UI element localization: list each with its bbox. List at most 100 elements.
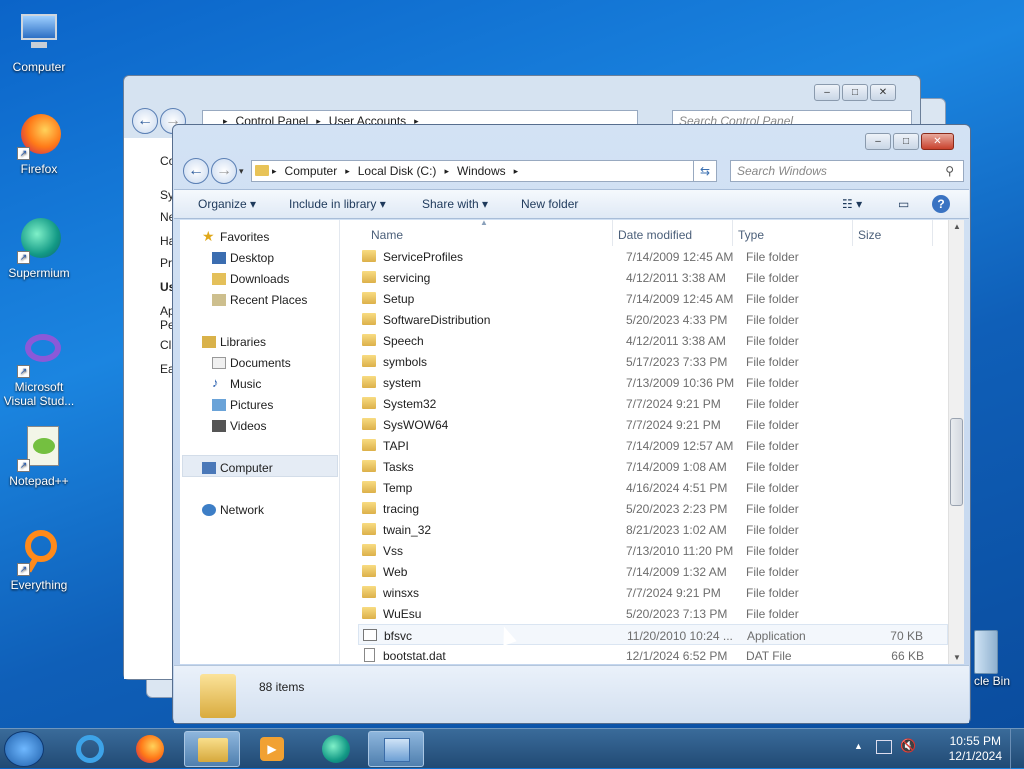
new-folder-button[interactable]: New folder [521,197,578,211]
scroll-down-icon[interactable]: ▼ [953,653,961,662]
table-row[interactable]: bfsvc 11/20/2010 10:24 ... Application 70 K… [358,624,948,645]
table-row[interactable]: TAPI 7/14/2009 12:57 AM File folder [358,435,948,456]
show-desktop-button[interactable] [1010,729,1024,769]
clock[interactable]: 10:55 PM 12/1/2024 [949,734,1002,764]
table-row[interactable]: WuEsu 5/20/2023 7:13 PM File folder [358,603,948,624]
table-row[interactable]: Vss 7/13/2010 11:20 PM File folder [358,540,948,561]
folder-icon [362,250,376,262]
desktop-icon-everything[interactable]: ↗ Everything [2,528,76,592]
address-bar[interactable]: ▸ Computer ▸ Local Disk (C:) ▸ Windows ▸… [251,160,717,182]
view-options-icon[interactable]: ☷ ▾ [842,197,862,211]
taskbar-control-panel-button[interactable] [368,731,424,767]
desktop-icon-supermium[interactable]: ↗ Supermium [2,216,76,280]
desktop-icon-firefox[interactable]: ↗ Firefox [2,112,76,176]
include-in-library-button[interactable]: Include in library ▾ [289,197,386,211]
column-header-name[interactable]: Name [371,228,403,242]
search-input[interactable]: Search Windows [730,160,964,182]
desktop-icon-label: Firefox [20,162,58,176]
recent-pages-dropdown-icon[interactable]: ▾ [239,166,244,177]
window-controls: – □ ✕ [865,133,954,150]
nav-computer[interactable]: Computer [202,461,273,475]
table-row[interactable]: Temp 4/16/2024 4:51 PM File folder [358,477,948,498]
table-row[interactable]: servicing 4/12/2011 3:38 AM File folder [358,267,948,288]
share-with-button[interactable]: Share with ▾ [422,197,488,211]
preview-pane-icon[interactable]: ▭ [898,197,909,211]
nav-pictures[interactable]: Pictures [212,398,273,412]
file-name: bfsvc [384,629,413,643]
taskbar-media-player-button[interactable]: ▶ [244,731,300,767]
scroll-up-icon[interactable]: ▲ [953,222,961,231]
show-hidden-icons-icon[interactable]: ▲ [854,741,863,751]
table-row[interactable]: ServiceProfiles 7/14/2009 12:45 AM File fo… [358,246,948,267]
table-row[interactable]: System32 7/7/2024 9:21 PM File folder [358,393,948,414]
nav-documents[interactable]: Documents [212,356,291,370]
table-row[interactable]: SysWOW64 7/7/2024 9:21 PM File folder [358,414,948,435]
nav-label: Videos [230,419,267,433]
vertical-scrollbar[interactable]: ▲ ▼ [948,220,964,664]
nav-label: Desktop [230,251,275,265]
breadcrumb-item[interactable]: Computer [285,164,338,178]
breadcrumb-item[interactable]: Windows [457,164,506,178]
forward-button[interactable]: → [211,158,237,184]
table-row[interactable]: symbols 5/17/2023 7:33 PM File folder [358,351,948,372]
table-row[interactable]: Tasks 7/14/2009 1:08 AM File folder [358,456,948,477]
file-date: 7/14/2009 1:08 AM [626,460,727,474]
sidebar-item[interactable]: Cl [160,338,171,352]
desktop-icon-label: Everything [10,578,68,592]
nav-downloads[interactable]: Downloads [212,272,289,286]
taskbar-ie-button[interactable] [62,731,118,767]
table-row[interactable]: Web 7/14/2009 1:32 AM File folder [358,561,948,582]
taskbar-explorer-button[interactable] [184,731,240,767]
taskbar-supermium-button[interactable] [308,731,364,767]
sidebar-item[interactable]: Pr [160,256,172,270]
organize-label: Organize [198,197,247,211]
nav-label: Favorites [220,230,270,244]
table-row[interactable]: bootstat.dat 12/1/2024 6:52 PM DAT File 66 … [358,645,948,664]
minimize-button[interactable]: – [814,84,840,101]
network-status-icon[interactable] [876,740,892,754]
table-row[interactable]: Speech 4/12/2011 3:38 AM File folder [358,330,948,351]
desktop-icon-recycle-bin[interactable]: cle Bin [962,630,1022,688]
folder-icon [362,502,376,514]
table-row[interactable]: SoftwareDistribution 5/20/2023 4:33 PM Fil… [358,309,948,330]
back-button[interactable]: ← [132,108,158,134]
explorer-content: ★ Favorites Desktop Downloads Recent Pla… [180,220,964,664]
column-header-size[interactable]: Size [858,228,881,242]
table-row[interactable]: twain_32 8/21/2023 1:02 AM File folder [358,519,948,540]
refresh-icon[interactable]: ⇆ [693,160,717,182]
desktop-icon-notepadpp[interactable]: ↗ Notepad++ [2,424,76,488]
scroll-thumb[interactable] [950,418,963,506]
desktop-icon-computer[interactable]: Computer [2,10,76,74]
table-row[interactable]: Setup 7/14/2009 12:45 AM File folder [358,288,948,309]
organize-button[interactable]: Organize ▾ [198,197,256,211]
table-row[interactable]: system 7/13/2009 10:36 PM File folder [358,372,948,393]
nav-network[interactable]: Network [202,503,264,517]
search-icon[interactable]: ⚲ [945,164,954,178]
nav-recent-places[interactable]: Recent Places [212,293,307,307]
table-row[interactable]: tracing 5/20/2023 2:23 PM File folder [358,498,948,519]
volume-muted-icon[interactable]: 🔇 [900,738,916,754]
desktop-icon-visual-studio[interactable]: ↗ Microsoft Visual Stud... [2,330,76,408]
explorer-window[interactable]: – □ ✕ ← → ▾ ▸ Computer ▸ Local Disk (C:)… [172,124,971,724]
column-header-type[interactable]: Type [738,228,764,242]
nav-desktop[interactable]: Desktop [212,251,275,265]
maximize-button[interactable]: □ [893,133,919,150]
nav-videos[interactable]: Videos [212,419,267,433]
close-button[interactable]: ✕ [870,84,896,101]
nav-libraries[interactable]: Libraries [202,335,266,349]
nav-music[interactable]: ♪ Music [212,375,261,391]
help-icon[interactable]: ? [932,195,950,213]
start-button[interactable] [4,731,44,767]
close-button[interactable]: ✕ [921,133,954,150]
file-type: File folder [746,565,799,579]
back-button[interactable]: ← [183,158,209,184]
file-size: 66 KB [891,649,924,663]
nav-favorites[interactable]: ★ Favorites [202,228,270,244]
breadcrumb-item[interactable]: Local Disk (C:) [358,164,437,178]
file-type: File folder [746,397,799,411]
table-row[interactable]: winsxs 7/7/2024 9:21 PM File folder [358,582,948,603]
minimize-button[interactable]: – [865,133,891,150]
column-header-date[interactable]: Date modified [618,228,692,242]
taskbar-firefox-button[interactable] [122,731,178,767]
maximize-button[interactable]: □ [842,84,868,101]
